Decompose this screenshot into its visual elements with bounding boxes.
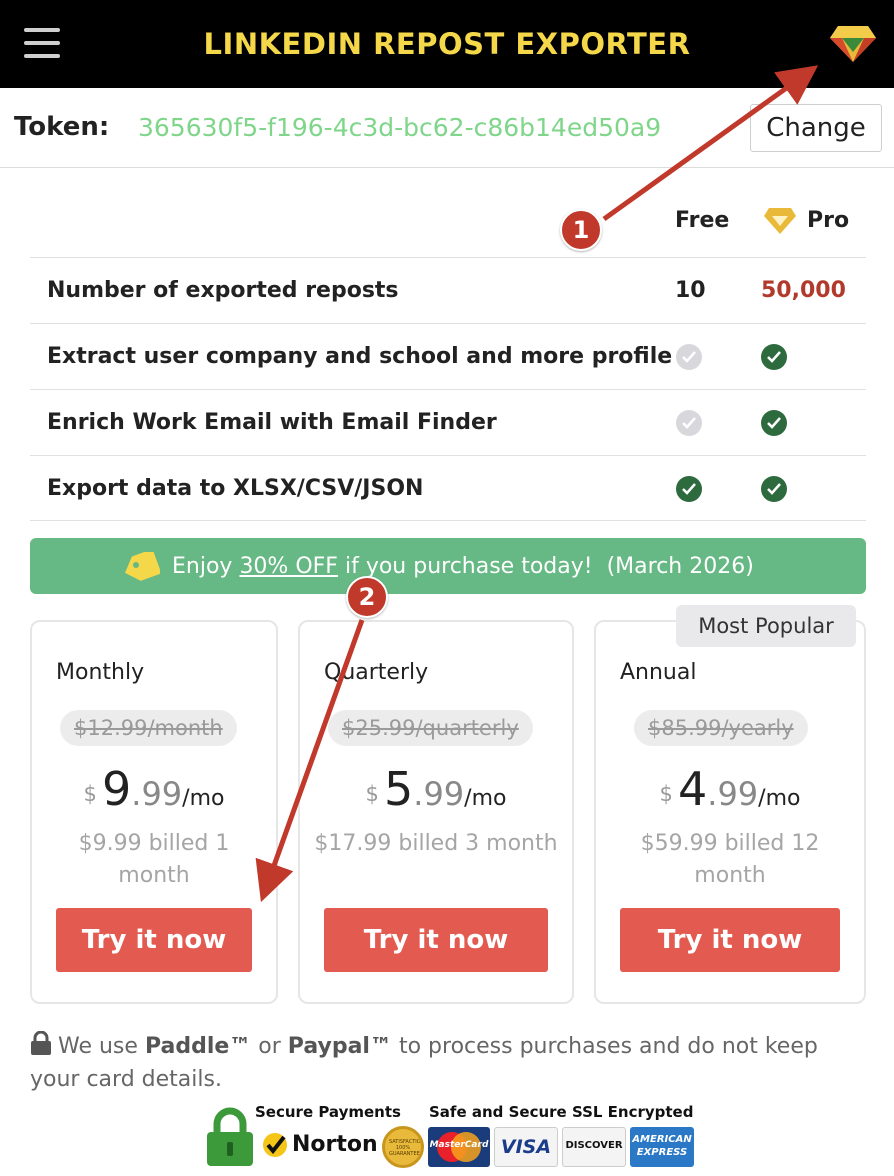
billing-note: $9.99 billed 1 month — [78, 831, 230, 888]
most-popular-badge: Most Popular — [676, 605, 856, 647]
annotation-step-1: 1 — [560, 209, 602, 251]
old-price: $12.99/month — [60, 710, 237, 746]
unavailable-check-icon — [676, 344, 702, 370]
old-price: $85.99/yearly — [634, 710, 808, 746]
plan-price: $ 9.99/mo — [83, 762, 225, 816]
payment-security-note: We use Paddle™ or Paypal™ to process pur… — [30, 1030, 870, 1096]
app-header: LINKEDIN REPOST EXPORTER — [0, 0, 894, 88]
table-divider — [30, 520, 866, 521]
plan-card-monthly: Monthly $12.99/month $ 9.99/mo $9.99 bil… — [30, 620, 278, 1004]
ssl-encrypted-label: Safe and Secure SSL Encrypted — [429, 1103, 694, 1121]
plan-name: Monthly — [56, 660, 145, 685]
billing-note: $17.99 billed 3 month — [314, 831, 558, 856]
american-express-logo: AMERICAN EXPRESS — [630, 1127, 694, 1167]
free-column-header: Free — [675, 208, 730, 233]
satisfaction-seal-icon: SATISFACTION 100% GUARANTEE — [382, 1126, 424, 1168]
promo-text: Enjoy 30% OFF if you purchase today! (Ma… — [172, 554, 754, 579]
annotation-step-2: 2 — [346, 576, 388, 618]
green-lock-icon — [205, 1106, 255, 1168]
norton-badge: Norton — [262, 1130, 380, 1164]
old-price: $25.99/quarterly — [328, 710, 533, 746]
feature-label: Enrich Work Email with Email Finder — [47, 410, 497, 435]
unavailable-check-icon — [676, 410, 702, 436]
included-check-icon — [676, 476, 702, 502]
plan-card-quarterly: Quarterly $25.99/quarterly $ 5.99/mo $17… — [298, 620, 574, 1004]
try-it-now-button-annual[interactable]: Try it now — [620, 908, 840, 972]
feature-label: Extract user company and school and more… — [47, 344, 673, 369]
comparison-row-email: Enrich Work Email with Email Finder — [30, 389, 866, 455]
pro-column-label: Pro — [807, 208, 850, 233]
change-token-button[interactable]: Change — [750, 104, 882, 152]
plan-name: Annual — [620, 660, 697, 685]
plan-name: Quarterly — [324, 660, 429, 685]
included-check-icon — [761, 476, 787, 502]
lock-icon — [31, 1031, 51, 1055]
feature-label: Number of exported reposts — [47, 278, 399, 303]
pro-value: 50,000 — [761, 278, 846, 303]
try-it-now-button-quarterly[interactable]: Try it now — [324, 908, 548, 972]
pro-gem-icon[interactable] — [828, 22, 878, 66]
token-row: Token: 365630f5-f196-4c3d-bc62-c86b14ed5… — [0, 88, 894, 168]
mastercard-logo: MasterCard — [428, 1127, 490, 1167]
pro-column-header: Pro — [760, 202, 866, 258]
promo-banner: Enjoy 30% OFF if you purchase today! (Ma… — [30, 538, 866, 594]
comparison-row-export: Export data to XLSX/CSV/JSON — [30, 455, 866, 521]
billing-note: $59.99 billed 12 month — [640, 831, 820, 888]
visa-logo: VISA — [494, 1127, 558, 1167]
included-check-icon — [761, 410, 787, 436]
plan-price: $ 5.99/mo — [365, 762, 507, 816]
secure-payments-label: Secure Payments — [255, 1103, 401, 1121]
comparison-row-profile: Extract user company and school and more… — [30, 323, 866, 389]
discount-link[interactable]: 30% OFF — [239, 554, 338, 579]
plan-price: $ 4.99/mo — [659, 762, 801, 816]
included-check-icon — [761, 344, 787, 370]
token-value: 365630f5-f196-4c3d-bc62-c86b14ed50a9 — [138, 113, 662, 142]
comparison-row-exports: Number of exported reposts 10 50,000 — [30, 257, 866, 323]
token-label: Token: — [14, 112, 110, 142]
discover-logo: DISCOVER — [562, 1127, 626, 1167]
pro-diamond-icon — [764, 208, 796, 234]
free-value: 10 — [675, 278, 706, 303]
feature-label: Export data to XLSX/CSV/JSON — [47, 476, 424, 501]
app-title: LINKEDIN REPOST EXPORTER — [203, 27, 691, 61]
try-it-now-button-monthly[interactable]: Try it now — [56, 908, 252, 972]
plan-card-annual: Annual $85.99/yearly $ 4.99/mo $59.99 bi… — [594, 620, 866, 1004]
price-tag-icon — [125, 552, 160, 581]
